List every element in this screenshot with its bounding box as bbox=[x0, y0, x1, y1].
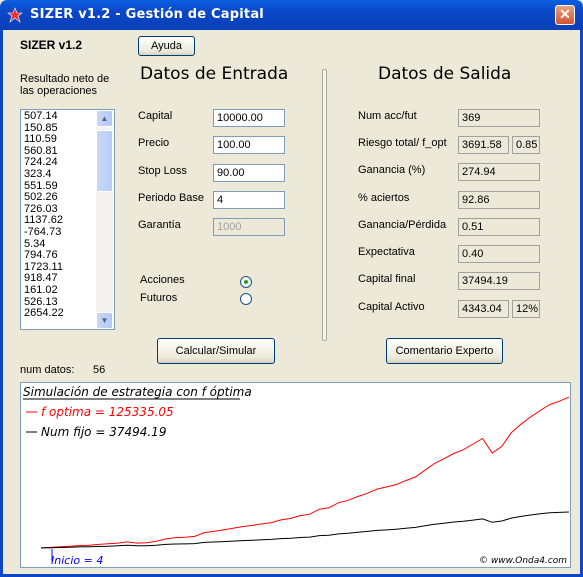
num-acc-value: 369 bbox=[458, 109, 540, 127]
list-item[interactable]: -764.73 bbox=[24, 226, 64, 239]
chart-title: Simulación de estrategia con f óptima bbox=[23, 385, 252, 399]
futuros-label: Futuros bbox=[140, 292, 178, 304]
riesgo-label: Riesgo total/ f_opt bbox=[358, 137, 447, 149]
capital-activo-label: Capital Activo bbox=[358, 301, 425, 313]
legend-entry-1: Num fijo = 37494.19 bbox=[41, 425, 166, 439]
precio-label: Precio bbox=[138, 137, 170, 149]
num-datos-value: 56 bbox=[93, 364, 106, 376]
ganancia-value: 274.94 bbox=[458, 163, 540, 181]
list-item[interactable]: 507.14 bbox=[24, 110, 64, 123]
riesgo-value: 3691.58 bbox=[458, 136, 509, 154]
entrada-heading: Datos de Entrada bbox=[140, 64, 289, 84]
capital-input[interactable]: 10000.00 bbox=[213, 109, 285, 127]
ganancia-perdida-label: Ganancia/Pérdida bbox=[358, 219, 447, 231]
calcular-simular-button[interactable]: Calcular/Simular bbox=[157, 338, 275, 364]
scroll-up-icon[interactable]: ▲ bbox=[96, 110, 113, 127]
garantia-input: 1000 bbox=[213, 218, 285, 236]
num-datos-label: num datos: bbox=[20, 364, 75, 376]
capital-activo-pct: 12% bbox=[512, 300, 540, 318]
garantia-label: Garantía bbox=[138, 219, 181, 231]
comentario-experto-button[interactable]: Comentario Experto bbox=[386, 338, 503, 364]
inicio-label: Inicio = 4 bbox=[51, 554, 103, 567]
list-item[interactable]: 161.02 bbox=[24, 284, 64, 297]
app-label: SIZER v1.2 bbox=[20, 38, 83, 52]
aciertos-label: % aciertos bbox=[358, 192, 410, 204]
window-title: SIZER v1.2 - Gestión de Capital bbox=[30, 7, 264, 22]
legend-entry-0: f optima = 125335.05 bbox=[41, 405, 174, 419]
chart-canvas: Simulación de estrategia con f óptima f o… bbox=[23, 385, 570, 567]
list-item[interactable]: 502.26 bbox=[24, 192, 64, 204]
futuros-radio[interactable] bbox=[240, 293, 252, 305]
stop-loss-label: Stop Loss bbox=[138, 165, 187, 177]
acciones-label: Acciones bbox=[140, 274, 185, 286]
list-caption-1: Resultado neto de bbox=[20, 73, 110, 85]
scroll-down-icon[interactable]: ▼ bbox=[96, 312, 113, 329]
capital-activo-value: 4343.04 bbox=[458, 300, 509, 318]
credit-text: © www.Onda4.com bbox=[479, 556, 567, 566]
list-item[interactable]: 323.4 bbox=[24, 168, 64, 181]
acciones-radio[interactable] bbox=[240, 276, 252, 288]
close-icon: ✕ bbox=[559, 6, 571, 22]
simulation-chart: Simulación de estrategia con f óptima f o… bbox=[20, 382, 571, 568]
precio-input[interactable]: 100.00 bbox=[213, 136, 285, 154]
close-button[interactable]: ✕ bbox=[555, 5, 575, 25]
listbox-scrollbar[interactable]: ▲ ▼ bbox=[96, 110, 113, 329]
help-button[interactable]: Ayuda bbox=[138, 36, 195, 56]
num-acc-label: Num acc/fut bbox=[358, 110, 417, 122]
f-opt-value: 0.85 bbox=[512, 136, 540, 154]
expectativa-value: 0.40 bbox=[458, 245, 540, 263]
series-line-0 bbox=[40, 396, 570, 549]
ganancia-label: Ganancia (%) bbox=[358, 164, 426, 176]
capital-label: Capital bbox=[138, 110, 173, 122]
title-bar: SIZER v1.2 - Gestión de Capital ✕ bbox=[0, 0, 583, 30]
periodo-base-label: Periodo Base bbox=[138, 192, 205, 204]
app-icon bbox=[7, 7, 23, 23]
results-list: 507.14 150.85 110.59 560.81 724.24 323.4 551.5… bbox=[24, 110, 64, 320]
list-caption-2: las operaciones bbox=[20, 85, 98, 97]
list-item[interactable]: 794.76 bbox=[24, 250, 64, 262]
expectativa-label: Expectativa bbox=[358, 246, 415, 258]
periodo-base-input[interactable]: 4 bbox=[213, 191, 285, 209]
list-item[interactable]: 2654.22 bbox=[24, 307, 64, 320]
ganancia-perdida-value: 0.51 bbox=[458, 218, 540, 236]
salida-heading: Datos de Salida bbox=[378, 64, 512, 84]
scroll-thumb[interactable] bbox=[96, 130, 113, 192]
capital-final-value: 37494.19 bbox=[458, 272, 540, 290]
aciertos-value: 92.86 bbox=[458, 191, 540, 209]
stop-loss-input[interactable]: 90.00 bbox=[213, 164, 285, 182]
capital-final-label: Capital final bbox=[358, 273, 416, 285]
vertical-divider bbox=[322, 69, 327, 341]
